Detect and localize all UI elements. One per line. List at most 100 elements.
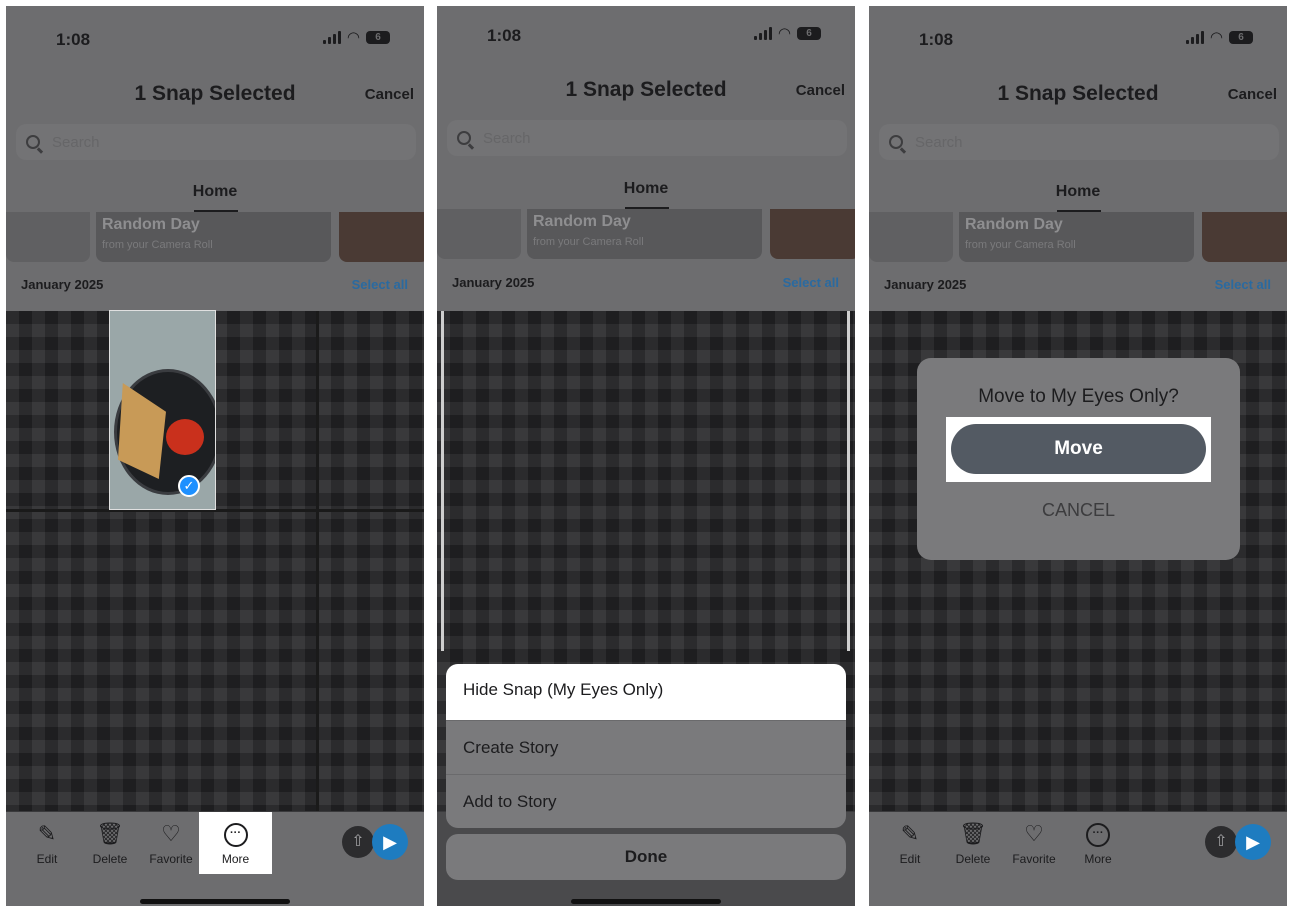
cellular-signal-icon: [1185, 31, 1204, 44]
delete-button[interactable]: 🗑 Delete: [80, 820, 140, 866]
bottom-toolbar: ✎ Edit 🗑 Delete ♡ Favorite ··· More ⇧ ▶: [869, 812, 1287, 906]
screen-action-sheet: 1:08 ◠ 6 1 Snap Selected Cancel Search H…: [437, 6, 855, 906]
cancel-button[interactable]: Cancel: [796, 82, 845, 99]
move-button[interactable]: Move: [951, 424, 1206, 474]
more-highlight: ··· More: [199, 812, 272, 874]
upload-icon[interactable]: ⇧: [342, 826, 374, 858]
delete-button[interactable]: 🗑 Delete: [943, 820, 1003, 866]
section-month: January 2025: [452, 275, 535, 290]
heart-icon: ♡: [1024, 821, 1044, 846]
home-indicator: [571, 899, 721, 904]
page-title: 1 Snap Selected: [134, 82, 296, 105]
edit-button[interactable]: ✎ Edit: [880, 820, 940, 866]
search-placeholder: Search: [915, 133, 963, 151]
more-button[interactable]: ··· More: [1068, 820, 1128, 866]
battery-icon: 6: [366, 31, 390, 44]
cancel-button[interactable]: Cancel: [1228, 86, 1277, 103]
status-time: 1:08: [487, 26, 522, 45]
selection-frame-left: [441, 311, 444, 651]
select-all-button[interactable]: Select all: [352, 277, 408, 292]
selected-snap-thumbnail[interactable]: [109, 310, 216, 510]
memory-card-right[interactable]: [1202, 212, 1287, 262]
favorite-label: Favorite: [149, 852, 193, 866]
battery-icon: 6: [797, 27, 821, 40]
cellular-signal-icon: [753, 27, 772, 40]
add-to-story-option[interactable]: Add to Story: [446, 774, 846, 828]
memory-card-subtitle: from your Camera Roll: [533, 236, 644, 248]
section-month: January 2025: [884, 277, 967, 292]
more-label: More: [1084, 852, 1112, 866]
memory-card-subtitle: from your Camera Roll: [102, 239, 213, 251]
cellular-signal-icon: [322, 31, 341, 44]
selected-check-icon: ✓: [178, 475, 200, 497]
header-area: 1:08 ◠ 6 1 Snap Selected Cancel Search H…: [6, 6, 424, 311]
pencil-icon: ✎: [37, 821, 57, 846]
ellipsis-circle-icon: ···: [199, 820, 272, 848]
status-time: 1:08: [56, 30, 91, 49]
trash-icon: 🗑: [959, 821, 987, 846]
share-buttons: ⇧ ▶: [1205, 824, 1271, 860]
memory-card-right[interactable]: [339, 212, 424, 262]
tab-home[interactable]: Home: [6, 183, 424, 201]
more-label: More: [221, 852, 250, 866]
memory-card-title: Random Day: [533, 213, 631, 230]
memory-card-title: Random Day: [965, 216, 1063, 233]
edit-button[interactable]: ✎ Edit: [17, 820, 77, 866]
tab-home[interactable]: Home: [437, 180, 855, 198]
send-icon[interactable]: ▶: [1235, 824, 1271, 860]
search-input[interactable]: Search: [447, 120, 847, 156]
memory-card-left[interactable]: [869, 212, 953, 262]
create-story-option[interactable]: Create Story: [446, 720, 846, 774]
pencil-icon: ✎: [900, 821, 920, 846]
edit-label: Edit: [899, 852, 921, 866]
hide-snap-option[interactable]: Hide Snap (My Eyes Only): [446, 664, 846, 720]
photo-detail: [166, 419, 204, 455]
wifi-icon: ◠: [777, 25, 791, 42]
memory-card-left[interactable]: [437, 209, 521, 259]
selection-frame-right: [847, 311, 850, 651]
cancel-button[interactable]: Cancel: [365, 86, 414, 103]
tab-home[interactable]: Home: [869, 183, 1287, 201]
done-button[interactable]: Done: [446, 834, 846, 880]
select-all-button[interactable]: Select all: [1215, 277, 1271, 292]
share-buttons: ⇧ ▶: [342, 824, 408, 860]
header-area: 1:08 ◠ 6 1 Snap Selected Cancel Search H…: [869, 6, 1287, 311]
ellipsis-circle-icon: ···: [1068, 820, 1128, 848]
search-icon: [26, 135, 40, 149]
delete-label: Delete: [92, 852, 128, 866]
status-icons: ◠ 6: [322, 29, 390, 46]
memory-card-title: Random Day: [102, 216, 200, 233]
status-time: 1:08: [919, 30, 954, 49]
select-all-button[interactable]: Select all: [783, 275, 839, 290]
header-area: 1:08 ◠ 6 1 Snap Selected Cancel Search H…: [437, 6, 855, 311]
search-icon: [457, 131, 471, 145]
search-input[interactable]: Search: [16, 124, 416, 160]
status-icons: ◠ 6: [753, 25, 821, 42]
memory-card-subtitle: from your Camera Roll: [965, 239, 1076, 251]
memory-card-random-day[interactable]: Random Day from your Camera Roll: [527, 209, 762, 259]
send-icon[interactable]: ▶: [372, 824, 408, 860]
delete-label: Delete: [955, 852, 991, 866]
screen-move-dialog: 1:08 ◠ 6 1 Snap Selected Cancel Search H…: [869, 6, 1287, 906]
wifi-icon: ◠: [346, 29, 360, 46]
favorite-button[interactable]: ♡ Favorite: [1004, 820, 1064, 866]
search-input[interactable]: Search: [879, 124, 1279, 160]
status-icons: ◠ 6: [1185, 30, 1253, 45]
battery-icon: 6: [1229, 31, 1253, 44]
bottom-toolbar: ✎ Edit 🗑 Delete ♡ Favorite ··· More ⇧ ▶: [6, 812, 424, 906]
heart-icon: ♡: [161, 821, 181, 846]
memory-card-random-day[interactable]: Random Day from your Camera Roll: [96, 212, 331, 262]
memory-card-right[interactable]: [770, 209, 855, 259]
upload-icon[interactable]: ⇧: [1205, 826, 1237, 858]
dialog-cancel-button[interactable]: CANCEL: [917, 500, 1240, 521]
more-button[interactable]: ··· More: [199, 820, 272, 866]
search-placeholder: Search: [52, 133, 100, 151]
home-indicator: [140, 899, 290, 904]
favorite-button[interactable]: ♡ Favorite: [141, 820, 201, 866]
memory-card-left[interactable]: [6, 212, 90, 262]
page-title: 1 Snap Selected: [565, 78, 727, 101]
memory-card-random-day[interactable]: Random Day from your Camera Roll: [959, 212, 1194, 262]
trash-icon: 🗑: [96, 821, 124, 846]
edit-label: Edit: [36, 852, 58, 866]
section-month: January 2025: [21, 277, 104, 292]
